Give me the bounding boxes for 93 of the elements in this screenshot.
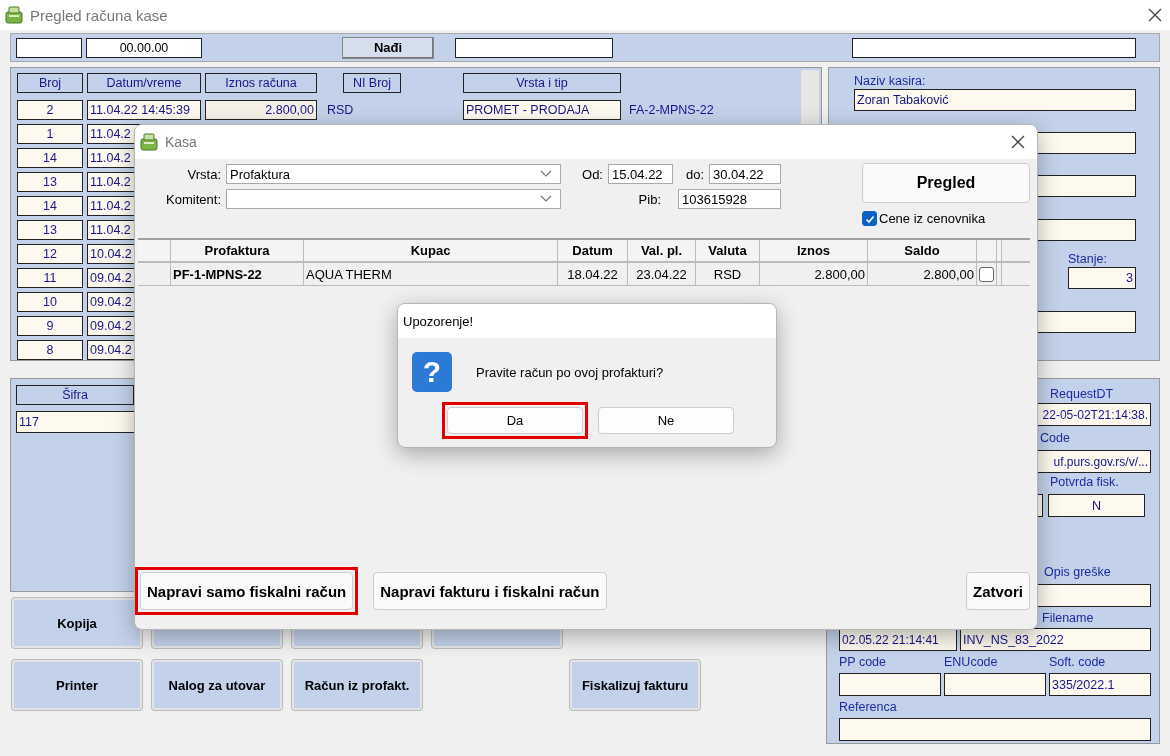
column-header: Broj	[17, 73, 83, 93]
text-field[interactable]: 335/2022.1	[1049, 673, 1151, 696]
field-label: Od:	[581, 166, 604, 182]
field-label: Filename	[1042, 610, 1094, 627]
text-field[interactable]	[455, 37, 613, 58]
column-header: Datum/vreme	[87, 73, 201, 93]
field-label: Naziv kasira:	[854, 74, 927, 88]
column-header: Iznos računa	[205, 73, 317, 93]
date-field[interactable]: 00.00.00	[86, 37, 202, 58]
toolbar-button[interactable]: Račun iz profakt.	[292, 660, 422, 710]
action-button[interactable]: Napravi fakturu i fiskalni račun	[373, 572, 607, 610]
dropdown-field[interactable]: Profaktura	[226, 164, 561, 184]
find-button[interactable]: Nađi	[342, 36, 434, 59]
table-cell: RSD	[696, 263, 760, 285]
column-header: Profaktura	[171, 240, 304, 261]
field-label: Opis greške	[1044, 564, 1111, 581]
field-label: Potvrda fisk.	[1050, 474, 1120, 491]
close-icon[interactable]	[1011, 135, 1025, 149]
currency-text: RSD	[326, 103, 355, 117]
column-header: Saldo	[868, 240, 977, 261]
stanje-field[interactable]: 3	[1068, 267, 1136, 289]
checkbox-label: Cene iz cenovnika	[879, 211, 986, 226]
window-title: Pregled računa kase	[30, 6, 168, 24]
column-header: Datum	[558, 240, 628, 261]
text-field[interactable]	[839, 673, 941, 696]
toolbar-button[interactable]: Nalog za utovar	[152, 660, 282, 710]
table-cell: PF-1-MPNS-22	[171, 263, 304, 285]
checkbox[interactable]	[862, 211, 877, 226]
table-cell: 14	[17, 148, 83, 168]
table-cell: 2.800,00	[760, 263, 868, 285]
date-field[interactable]: 30.04.22	[709, 164, 781, 184]
register-icon	[4, 5, 24, 25]
field-label: do:	[684, 166, 705, 182]
column-header: Iznos	[760, 240, 868, 261]
dialog-message: Pravite račun po ovoj profakturi?	[476, 364, 664, 380]
column-header: Kupac	[304, 240, 558, 261]
table-cell: 23.04.22	[628, 263, 696, 285]
table-cell: 11	[17, 268, 83, 288]
column-header: Šifra	[16, 385, 134, 405]
table-cell: AQUA THERM	[304, 263, 558, 285]
text-field[interactable]	[16, 37, 82, 58]
field-label: Stanje:	[1068, 252, 1108, 266]
chevron-down-icon	[540, 195, 552, 203]
table-cell: 9	[17, 316, 83, 336]
field-label: ENUcode	[944, 654, 999, 671]
dropdown-field[interactable]	[226, 189, 561, 209]
field-label: RequestDT	[1050, 386, 1115, 403]
text-field[interactable]: 103615928	[678, 189, 781, 209]
column-header: Vrsta i tip	[463, 73, 621, 93]
dialog-title: Upozorenje!	[403, 313, 474, 329]
pregled-button[interactable]: Pregled	[862, 163, 1030, 203]
table-cell: 13	[17, 172, 83, 192]
field-label: Soft. code	[1049, 654, 1107, 671]
table-cell: 18.04.22	[558, 263, 628, 285]
table-cell: 2.800,00	[868, 263, 977, 285]
text-field[interactable]	[944, 673, 1046, 696]
action-button[interactable]: Napravi samo fiskalni račun	[140, 572, 354, 610]
column-header: Val. pl.	[628, 240, 696, 261]
column-header: Valuta	[696, 240, 760, 261]
table-cell: 2.800,00	[205, 100, 317, 120]
table-cell: 12	[17, 244, 83, 264]
table-cell: 8	[17, 340, 83, 360]
dialog-button[interactable]: Da	[447, 407, 583, 434]
table-cell: 2	[17, 100, 83, 120]
chevron-down-icon	[540, 170, 552, 178]
date-field[interactable]: 15.04.22	[608, 164, 673, 184]
table-cell-text: FA-2-MPNS-22	[628, 103, 715, 117]
text-field[interactable]	[852, 37, 1136, 58]
field-label: Code	[1040, 430, 1070, 447]
toolbar-button[interactable]: Printer	[12, 660, 142, 710]
toolbar-button[interactable]: Fiskalizuj fakturu	[570, 660, 700, 710]
column-header: NI Broj	[343, 73, 401, 93]
table-cell: 10	[17, 292, 83, 312]
field-label: PP code	[839, 654, 888, 671]
text-field[interactable]: INV_NS_83_2022	[960, 628, 1151, 651]
dialog-button[interactable]: Ne	[598, 407, 734, 434]
action-button[interactable]: Zatvori	[966, 572, 1030, 610]
table-cell: 13	[17, 220, 83, 240]
field-label: Pib:	[637, 191, 662, 207]
text-field[interactable]: N	[1048, 494, 1145, 517]
table-cell: 1	[17, 124, 83, 144]
text-field[interactable]	[839, 718, 1151, 741]
table-cell[interactable]: 117	[16, 411, 136, 433]
text-field[interactable]: 02.05.22 21:14:41	[839, 628, 957, 651]
close-icon[interactable]	[1148, 8, 1162, 22]
table-cell: 11.04.22 14:45:39	[87, 100, 201, 120]
field-label: Referenca	[839, 699, 898, 716]
question-icon: ?	[412, 352, 452, 392]
register-icon	[139, 132, 159, 152]
cashier-field[interactable]: Zoran Tabaković	[854, 89, 1136, 111]
table-cell: 14	[17, 196, 83, 216]
table-cell: PROMET - PRODAJA	[463, 100, 621, 120]
toolbar-button[interactable]: Kopija	[12, 598, 142, 648]
